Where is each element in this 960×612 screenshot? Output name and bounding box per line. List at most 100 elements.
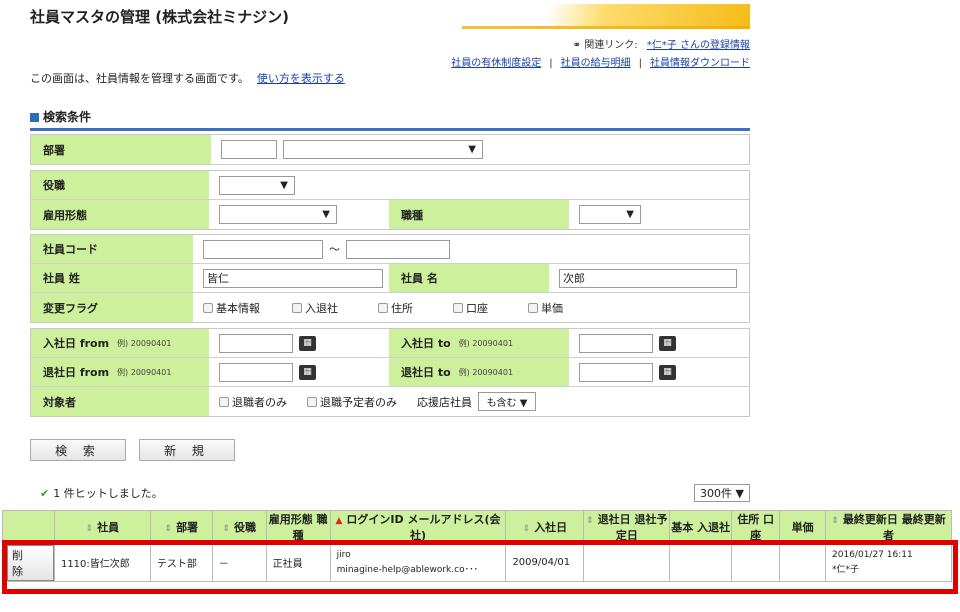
col-join[interactable]: ⇕ 入社日 — [505, 510, 585, 544]
dept-value: ▼ — [211, 135, 483, 164]
jobtype-value: ▼ — [569, 200, 641, 229]
sort-asc-icon: ▲ — [335, 516, 343, 526]
join-from-value: ▦ — [209, 329, 389, 357]
col-address: 住所 口座 — [731, 510, 781, 544]
employment-select[interactable]: ▼ — [219, 205, 337, 224]
support-select[interactable]: も含む ▼ — [478, 392, 536, 411]
download-link[interactable]: 社員情報ダウンロード — [650, 58, 750, 69]
flag-basic[interactable]: 基本情報 — [203, 300, 260, 316]
flag-address[interactable]: 住所 — [378, 300, 413, 316]
col-position[interactable]: ⇕ 役職 — [211, 510, 267, 544]
calendar-icon[interactable]: ▦ — [659, 364, 676, 380]
dept-select[interactable]: ▼ — [283, 140, 483, 159]
join-to-input[interactable] — [579, 333, 653, 353]
col-login[interactable]: ▲ ログインID メールアドレス(会社) — [329, 510, 507, 544]
title-underline — [30, 26, 750, 29]
sort-icon: ⇕ — [522, 524, 531, 534]
join-date-cell: 2009/04/01 — [505, 543, 585, 582]
firstname-value: 次郎 — [549, 264, 737, 292]
lastname-label: 社員 姓 — [31, 264, 193, 292]
flag-price-label: 単価 — [541, 301, 563, 315]
flag-join-label: 入退社 — [305, 301, 338, 315]
checkbox[interactable] — [378, 302, 388, 313]
address-cell — [731, 543, 781, 582]
target-retiring[interactable]: 退職予定者のみ — [307, 394, 397, 410]
col-leave[interactable]: ⇕ 退社日 退社予定日 — [583, 510, 671, 544]
leave-to-input[interactable] — [579, 362, 653, 382]
calendar-icon[interactable]: ▦ — [659, 335, 676, 351]
header-row: ⇕ 社員 ⇕ 部署 ⇕ 役職 雇用形態 職種 ▲ ログインID メールアドレス(会社) … — [2, 510, 952, 544]
code-to-input[interactable] — [346, 239, 450, 259]
join-to-label: 入社日 to 例) 20090401 — [389, 329, 569, 357]
code-from-input[interactable] — [203, 239, 323, 259]
leave-from-value: ▦ — [209, 358, 389, 386]
flag-basic-label: 基本情報 — [216, 301, 260, 315]
help-link[interactable]: 使い方を表示する — [257, 72, 345, 85]
related-label: 関連リンク: — [584, 40, 638, 51]
col-price: 単価 — [779, 510, 827, 544]
col-updated[interactable]: ⇕ 最終更新日 最終更新者 — [825, 510, 952, 544]
position-select[interactable]: ▼ — [219, 175, 295, 195]
search-heading: 検索条件 — [30, 108, 91, 125]
square-icon — [30, 113, 39, 122]
related-links: ⚭ 関連リンク: *仁*子 さんの登録情報 — [573, 36, 750, 51]
lastname-value: 皆仁 — [193, 264, 389, 292]
firstname-input[interactable]: 次郎 — [559, 268, 737, 288]
dept-cell: テスト部 — [149, 543, 213, 582]
paid-leave-link[interactable]: 社員の有休制度設定 — [451, 58, 541, 69]
lastname-input[interactable]: 皆仁 — [203, 268, 383, 288]
col-employee[interactable]: ⇕ 社員 — [53, 510, 151, 544]
checkbox[interactable] — [307, 396, 317, 407]
col-employment[interactable]: 雇用形態 職種 — [265, 510, 331, 544]
search-heading-text: 検索条件 — [43, 110, 92, 124]
link-icon: ⚭ — [572, 40, 582, 51]
page-title: 社員マスタの管理 (株式会社ミナジン) — [30, 8, 289, 26]
join-to-value: ▦ — [569, 329, 676, 357]
flag-value: 基本情報 入退社 住所 口座 単価 — [193, 293, 585, 322]
checkbox[interactable] — [219, 396, 229, 407]
employment-row: 雇用形態 ▼ 職種 ▼ — [31, 200, 749, 229]
registration-link[interactable]: *仁*子 さんの登録情報 — [647, 40, 750, 51]
checkbox[interactable] — [203, 302, 213, 313]
flag-price[interactable]: 単価 — [528, 300, 563, 316]
calendar-icon[interactable]: ▦ — [299, 364, 316, 380]
search-button[interactable]: 検 索 — [30, 439, 126, 461]
checkbox[interactable] — [528, 302, 538, 313]
basic-cell — [669, 543, 733, 582]
leave-from-input[interactable] — [219, 362, 293, 382]
per-page-select[interactable]: 300件 ▼ — [694, 484, 750, 502]
target-retiring-label: 退職予定者のみ — [320, 395, 397, 409]
delete-cell: 削 除 — [2, 543, 55, 582]
col-dept[interactable]: ⇕ 部署 — [149, 510, 213, 544]
leave-date-cell — [583, 543, 671, 582]
date-group: 入社日 from 例) 20090401 ▦ 入社日 to 例) 20090401 … — [30, 328, 750, 417]
target-row: 対象者 退職者のみ 退職予定者のみ 応援店社員 も含む ▼ — [31, 387, 749, 416]
dept-label: 部署 — [31, 135, 211, 164]
payslip-link[interactable]: 社員の給与明細 — [561, 58, 631, 69]
flag-join[interactable]: 入退社 — [292, 300, 338, 316]
join-row: 入社日 from 例) 20090401 ▦ 入社日 to 例) 20090401 … — [31, 329, 749, 358]
jobtype-select[interactable]: ▼ — [579, 205, 641, 224]
target-retired-label: 退職者のみ — [232, 395, 287, 409]
login-id: jiro — [336, 549, 351, 560]
leave-row: 退社日 from 例) 20090401 ▦ 退社日 to 例) 20090401 … — [31, 358, 749, 387]
calendar-icon[interactable]: ▦ — [299, 335, 316, 351]
dept-code-input[interactable] — [221, 140, 277, 159]
target-retired[interactable]: 退職者のみ — [219, 394, 287, 410]
sort-icon: ⇕ — [222, 524, 230, 534]
employment-label: 雇用形態 — [31, 200, 209, 229]
flag-account[interactable]: 口座 — [453, 300, 488, 316]
position-group: 役職 ▼ 雇用形態 ▼ 職種 ▼ — [30, 170, 750, 230]
support-label: 応援店社員 — [417, 395, 472, 409]
sort-icon: ⇕ — [85, 524, 94, 534]
check-icon: ✔ — [40, 487, 50, 500]
delete-button[interactable]: 削 除 — [7, 544, 54, 581]
join-from-input[interactable] — [219, 333, 293, 353]
leave-to-label: 退社日 to 例) 20090401 — [389, 358, 569, 386]
code-value: 〜 — [193, 235, 450, 263]
checkbox[interactable] — [453, 302, 463, 313]
new-button[interactable]: 新 規 — [139, 439, 235, 461]
name-row: 社員 姓 皆仁 社員 名 次郎 — [31, 264, 749, 293]
employee-cell: 1110:皆仁次郎 — [53, 543, 151, 582]
checkbox[interactable] — [292, 302, 302, 313]
